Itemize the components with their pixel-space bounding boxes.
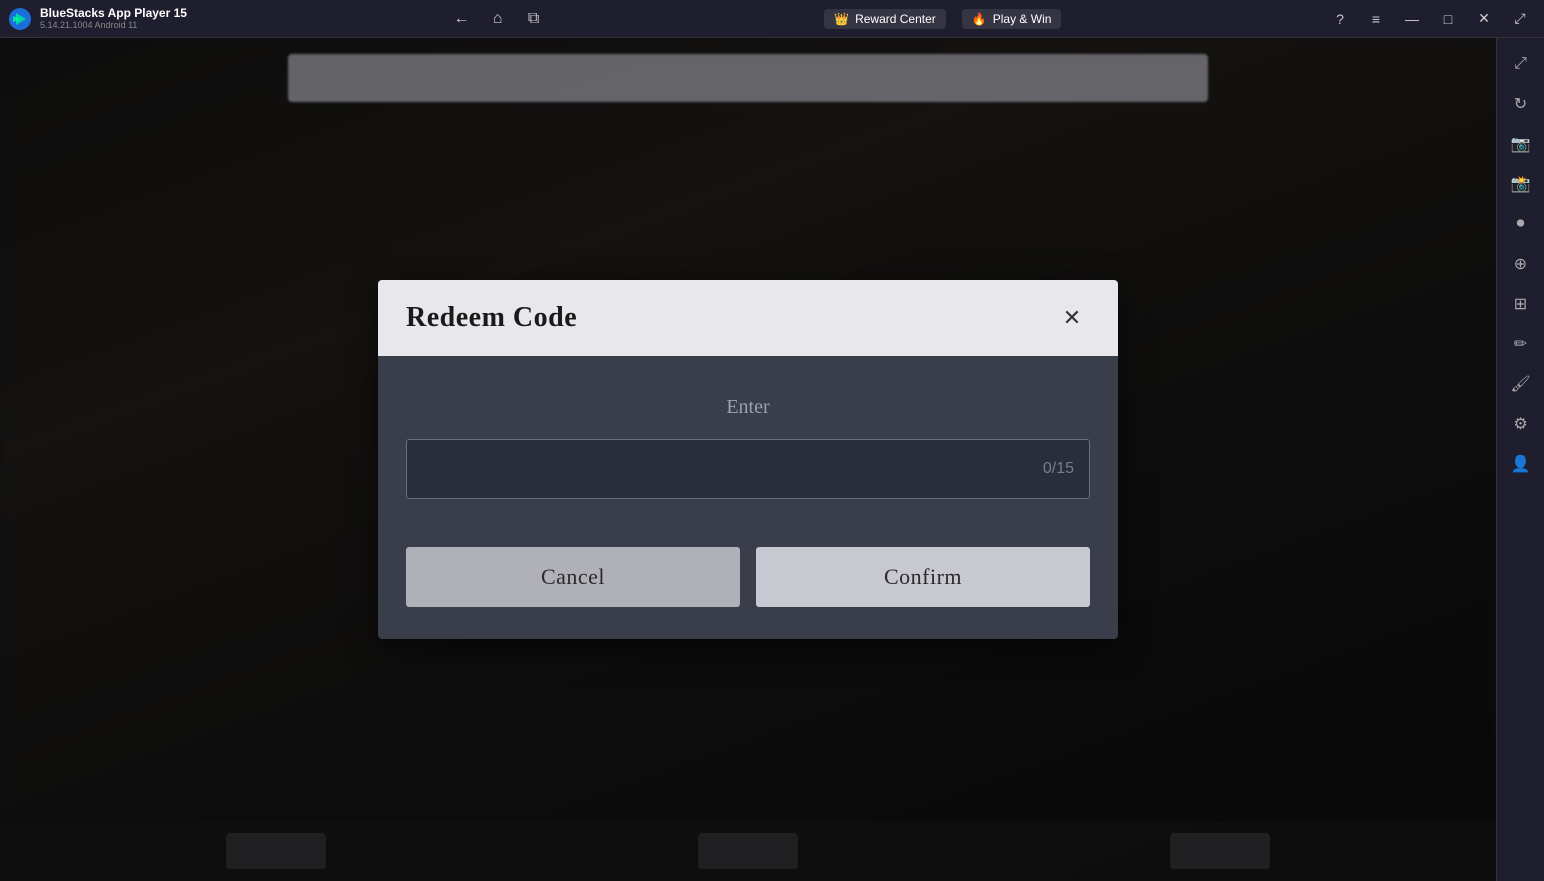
sidebar-rotate-icon[interactable]: ↻: [1503, 86, 1539, 122]
fullscreen-button[interactable]: ⤢: [1504, 3, 1536, 35]
fire-icon: 🔥: [972, 12, 987, 26]
right-sidebar: ⤢ ↻ 📷 📸 ⏺ ⊕ ⊞ ✏ 🖌 ⚙ 👤: [1496, 38, 1544, 881]
confirm-button[interactable]: Confirm: [756, 547, 1090, 607]
reward-center-button[interactable]: 👑 Reward Center: [824, 9, 946, 29]
modal-header: Redeem Code ✕: [378, 280, 1118, 356]
help-button[interactable]: ?: [1324, 3, 1356, 35]
titlebar: BlueStacks App Player 15 5.14.21.1004 An…: [0, 0, 1544, 38]
redeem-code-input[interactable]: [406, 439, 1090, 499]
sidebar-settings-icon[interactable]: ⚙: [1503, 406, 1539, 442]
titlebar-actions: ? ≡ — □ ✕ ⤢: [1324, 3, 1536, 35]
sidebar-camera-icon[interactable]: 📷: [1503, 126, 1539, 162]
sidebar-zoom-icon[interactable]: ⊕: [1503, 246, 1539, 282]
modal-body: Enter 0/15 Cancel Confirm: [378, 356, 1118, 639]
home-button[interactable]: ⌂: [486, 7, 510, 31]
bluestacks-logo: [8, 7, 32, 31]
titlebar-nav: ← ⌂ ⧉: [450, 7, 546, 31]
play-win-label: Play & Win: [993, 12, 1052, 26]
sidebar-expand-icon[interactable]: ⤢: [1503, 46, 1539, 82]
sidebar-record-icon[interactable]: ⏺: [1503, 206, 1539, 242]
cancel-button[interactable]: Cancel: [406, 547, 740, 607]
titlebar-center: 👑 Reward Center 🔥 Play & Win: [824, 9, 1061, 29]
modal-title: Redeem Code: [406, 302, 577, 334]
app-version: 5.14.21.1004 Android 11: [40, 20, 187, 31]
app-info: BlueStacks App Player 15 5.14.21.1004 An…: [40, 6, 187, 31]
modal-overlay: Redeem Code ✕ Enter 0/15 Cancel Confirm: [0, 38, 1496, 881]
maximize-button[interactable]: □: [1432, 3, 1464, 35]
enter-label: Enter: [406, 396, 1090, 419]
sidebar-edit-icon[interactable]: ✏: [1503, 326, 1539, 362]
copy-button[interactable]: ⧉: [522, 7, 546, 31]
sidebar-layers-icon[interactable]: ⊞: [1503, 286, 1539, 322]
redeem-code-modal: Redeem Code ✕ Enter 0/15 Cancel Confirm: [378, 280, 1118, 639]
modal-buttons: Cancel Confirm: [406, 547, 1090, 607]
back-button[interactable]: ←: [450, 7, 474, 31]
menu-button[interactable]: ≡: [1360, 3, 1392, 35]
main-content: Redeem Code ✕ Enter 0/15 Cancel Confirm: [0, 38, 1496, 881]
crown-icon: 👑: [834, 12, 849, 26]
input-container: 0/15: [406, 439, 1090, 499]
sidebar-brush-icon[interactable]: 🖌: [1503, 366, 1539, 402]
sidebar-screenshot-icon[interactable]: 📸: [1503, 166, 1539, 202]
close-button[interactable]: ✕: [1468, 3, 1500, 35]
modal-close-button[interactable]: ✕: [1054, 300, 1090, 336]
play-win-button[interactable]: 🔥 Play & Win: [962, 9, 1062, 29]
minimize-button[interactable]: —: [1396, 3, 1428, 35]
reward-center-label: Reward Center: [855, 12, 936, 26]
app-name: BlueStacks App Player 15: [40, 6, 187, 20]
sidebar-profile-icon[interactable]: 👤: [1503, 446, 1539, 482]
